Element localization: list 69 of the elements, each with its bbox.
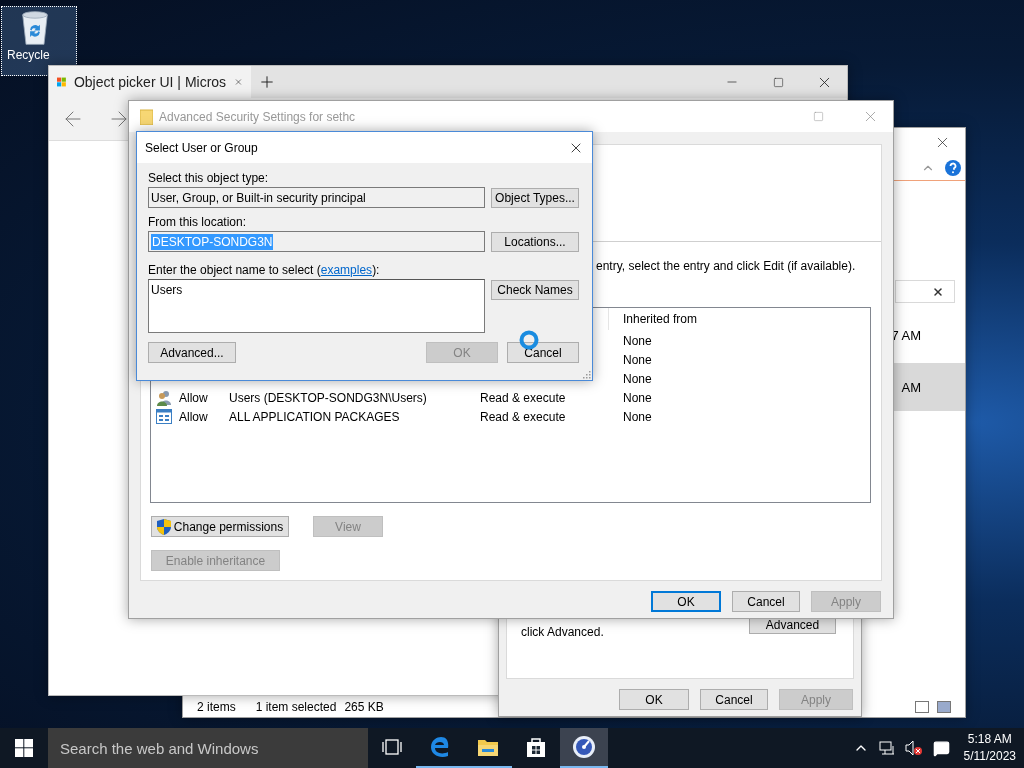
access-cell-text: Read & execute	[480, 409, 567, 424]
selection-text: 1 item selected	[255, 699, 337, 714]
clear-icon[interactable]	[932, 285, 944, 298]
inherited-from-cell-text: None	[623, 390, 653, 405]
window-title: Advanced Security Settings for sethc	[159, 109, 356, 124]
field-label: Select this object type:	[148, 172, 270, 184]
time-text: 5:18 AM	[967, 731, 1012, 748]
instruction-text: entry, select the entry and click Edit (if available).	[596, 259, 857, 274]
inherited-from-cell-text: None	[623, 352, 653, 367]
access-cell-text: Read & execute	[480, 390, 567, 405]
examples-link[interactable]: examples	[320, 263, 373, 277]
advanced-button[interactable]: Advanced...	[148, 342, 236, 363]
field-label: From this location:	[148, 216, 248, 228]
resize-grip-icon[interactable]	[581, 369, 591, 379]
browser-e-icon[interactable]	[429, 736, 451, 758]
column-header[interactable]: Inherited from	[608, 308, 870, 330]
search-field[interactable]	[895, 280, 955, 303]
dialog-button[interactable]: Cancel	[732, 591, 800, 612]
type-cell-text: Allow	[179, 409, 209, 424]
large-icons-view-icon[interactable]	[937, 700, 951, 713]
browser-tab[interactable]: Object picker UI | Micros	[49, 66, 251, 98]
dialog-button[interactable]: OK	[651, 591, 721, 612]
dialog-button[interactable]: Cancel	[700, 689, 768, 710]
locations-button[interactable]: Locations...	[491, 232, 579, 252]
size-text: 265 KB	[344, 699, 384, 714]
date-modified-text: AM	[901, 379, 921, 395]
shield-icon	[156, 518, 171, 535]
busy-cursor-icon	[519, 330, 539, 350]
task-view-icon[interactable]	[382, 739, 402, 755]
check-names-button[interactable]: Check Names	[491, 280, 579, 300]
help-icon[interactable]	[945, 160, 961, 176]
maximize-icon	[772, 76, 784, 88]
folder-icon	[140, 108, 153, 125]
dialog-button[interactable]: Cancel	[507, 342, 579, 363]
windows-logo-icon[interactable]	[15, 739, 33, 757]
desktop-icon[interactable]: Recycle	[1, 6, 77, 76]
clock[interactable]: 5:18 AM 5/11/2023	[963, 731, 1016, 765]
shopping-bag-icon[interactable]	[526, 736, 546, 758]
note-text: click Advanced.	[521, 626, 604, 639]
item-count-text: 2 items	[197, 699, 236, 714]
muted-speaker-icon[interactable]	[904, 740, 923, 756]
inherited-from-cell-text: None	[623, 409, 653, 424]
inherited-from-cell-text: None	[623, 371, 653, 386]
dialog-title: Select User or Group	[145, 140, 258, 155]
plus-icon	[258, 73, 276, 91]
object-name-field[interactable]: Users	[148, 279, 485, 333]
gauge-icon[interactable]	[572, 735, 596, 759]
object-types-button[interactable]: Object Types...	[491, 188, 579, 208]
details-view-icon[interactable]	[915, 700, 929, 713]
application-window-icon	[156, 409, 172, 424]
date-text: 5/11/2023	[963, 748, 1016, 765]
action-button[interactable]: Change permissions	[151, 516, 289, 537]
type-cell-text: Allow	[179, 390, 209, 405]
network-icon[interactable]	[878, 740, 895, 756]
maximize-icon	[812, 111, 824, 122]
users-icon	[156, 389, 172, 406]
dialog-button[interactable]: OK	[619, 689, 689, 710]
desktop-icon-label: Recycle	[7, 48, 50, 62]
notification-icon[interactable]	[932, 739, 950, 757]
field-label: Enter the object name to select (examples):	[148, 264, 381, 276]
principal-cell-text: Users (DESKTOP-SONDG3N\Users)	[229, 390, 428, 405]
folder-icon[interactable]	[477, 737, 499, 757]
principal-cell-text: ALL APPLICATION PACKAGES	[229, 409, 401, 424]
taskbar-search-field[interactable]: Search the web and Windows	[48, 728, 368, 768]
recycle-bin-icon	[20, 10, 50, 46]
inherited-from-cell-text: None	[623, 333, 653, 348]
taskbar-app-button[interactable]	[560, 728, 608, 768]
tab-title: Object picker UI | Micros	[73, 74, 227, 90]
object-type-field: User, Group, or Built-in security principal	[148, 187, 485, 208]
